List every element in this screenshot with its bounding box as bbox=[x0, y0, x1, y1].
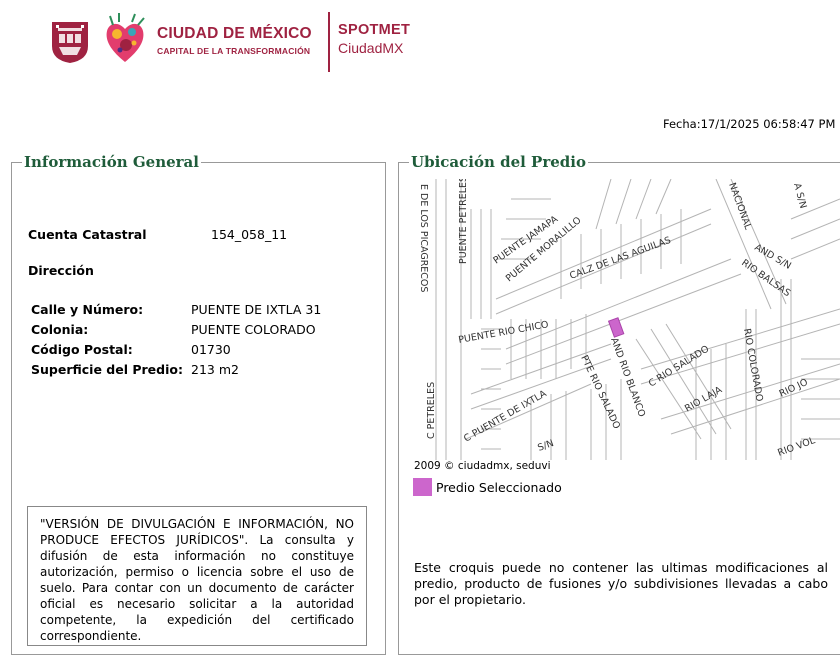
brand-block: CIUDAD DE MÉXICO CAPITAL DE LA TRANSFORM… bbox=[157, 25, 312, 56]
brand-subtitle: CAPITAL DE LA TRANSFORMACIÓN bbox=[157, 46, 311, 56]
cdmx-shield-icon bbox=[52, 22, 88, 63]
codigo-postal-value: 01730 bbox=[191, 342, 231, 357]
cuenta-catastral-label: Cuenta Catastral bbox=[28, 227, 147, 242]
brand-title: CIUDAD DE MÉXICO bbox=[157, 25, 312, 42]
header-divider bbox=[328, 12, 330, 72]
colonia-label: Colonia: bbox=[31, 322, 89, 337]
street-label: PUENTE RIO CHICO bbox=[458, 319, 550, 346]
street-label: A S/N bbox=[791, 182, 808, 210]
fecha-timestamp: Fecha:17/1/2025 06:58:47 PM bbox=[663, 117, 836, 131]
colonia-value: PUENTE COLORADO bbox=[191, 322, 316, 337]
street-label: C RIO SALADO bbox=[647, 344, 711, 390]
street-label: RIO JO bbox=[778, 377, 810, 400]
heart-logo-icon bbox=[106, 13, 145, 62]
location-map[interactable]: E DE LOS PICAGRECOS PUENTE PETRELES PUEN… bbox=[411, 179, 840, 460]
calle-value: PUENTE DE IXTLA 31 bbox=[191, 302, 322, 317]
app-name: SPOTMET bbox=[338, 22, 411, 38]
legend-label: Predio Seleccionado bbox=[436, 480, 562, 495]
street-label: C PETRELES bbox=[426, 382, 437, 439]
codigo-postal-label: Código Postal: bbox=[31, 342, 133, 357]
map-credit: 2009 © ciudadmx, seduvi bbox=[414, 460, 551, 472]
app-block: SPOTMET CiudadMX bbox=[338, 22, 410, 56]
legend-swatch bbox=[413, 478, 432, 496]
selected-parcel bbox=[607, 317, 625, 338]
map-canvas: E DE LOS PICAGRECOS PUENTE PETRELES PUEN… bbox=[418, 179, 840, 460]
street-label: RIO LAJA bbox=[683, 384, 724, 414]
street-label: RIO VOL bbox=[776, 435, 817, 459]
direccion-label: Dirección bbox=[28, 263, 94, 278]
street-label: NACIONAL bbox=[726, 181, 753, 232]
map-note: Este croquis puede no contener las ultim… bbox=[414, 560, 828, 607]
calle-label: Calle y Número: bbox=[31, 302, 144, 317]
cuenta-catastral-value: 154_058_11 bbox=[211, 227, 288, 242]
disclaimer-box: "VERSIÓN DE DIVULGACIÓN E INFORMACIÓN, N… bbox=[27, 506, 367, 646]
informacion-general-legend: Información General bbox=[24, 153, 199, 171]
street-label: PTE RIO SALADO bbox=[578, 354, 622, 431]
ubicacion-predio-legend: Ubicación del Predio bbox=[411, 153, 586, 171]
street-label: AND RIO BLANCO bbox=[608, 336, 647, 418]
street-label: CALZ DE LAS AGUILAS bbox=[568, 235, 672, 282]
street-label: S/N bbox=[536, 438, 555, 454]
app-subtitle: CiudadMX bbox=[338, 40, 404, 56]
superficie-value: 213 m2 bbox=[191, 362, 239, 377]
street-label: E DE LOS PICAGRECOS bbox=[418, 184, 429, 292]
street-label: RIO COLORADO bbox=[741, 328, 765, 403]
street-label: PUENTE PETRELES bbox=[458, 179, 469, 264]
superficie-label: Superficie del Predio: bbox=[31, 362, 183, 377]
page-header: CIUDAD DE MÉXICO CAPITAL DE LA TRANSFORM… bbox=[0, 0, 840, 80]
